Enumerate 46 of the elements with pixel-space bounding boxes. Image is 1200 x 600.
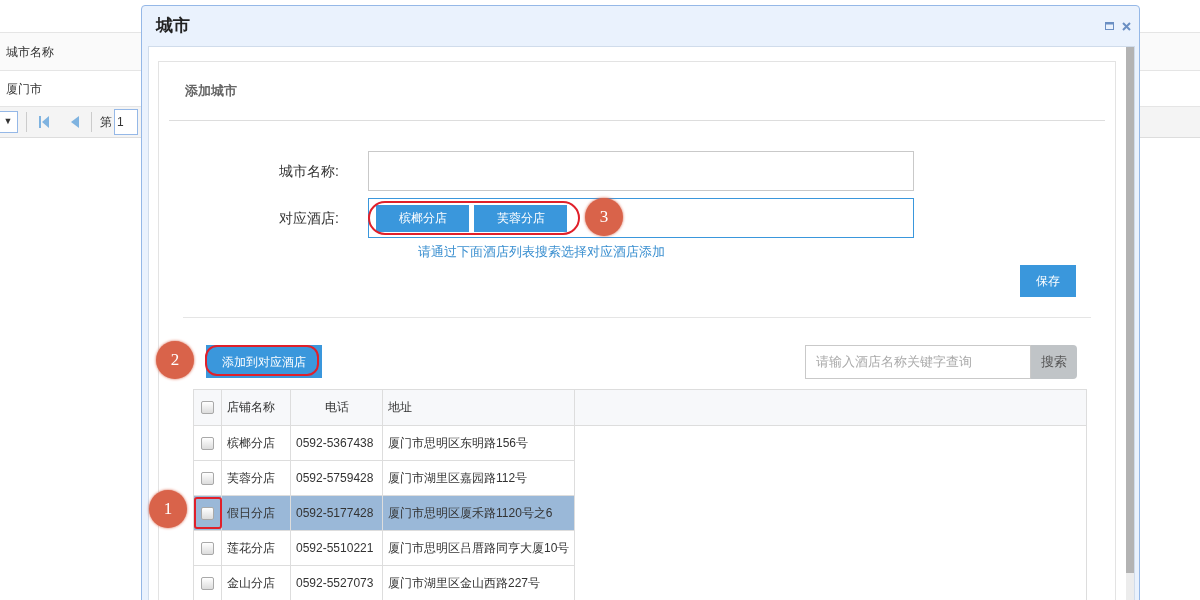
table-cell: 厦门市湖里区金山西路227号: [382, 565, 575, 600]
table-cell: 厦门市湖里区嘉园路112号: [382, 460, 575, 495]
close-icon[interactable]: [1122, 21, 1131, 31]
table-cell: 金山分店: [221, 565, 291, 600]
column-header: 店铺名称: [227, 400, 275, 414]
search-field[interactable]: 请输入酒店名称关键字查询: [805, 344, 1031, 379]
text-field[interactable]: [368, 151, 914, 191]
page-label: 第: [100, 114, 112, 131]
highlight-outline: [194, 497, 222, 529]
page-size-dropdown[interactable]: ▼: [0, 111, 18, 133]
maximize-icon[interactable]: [1105, 22, 1114, 30]
checkbox[interactable]: [201, 401, 214, 415]
page-input[interactable]: 1: [114, 109, 138, 135]
hint-text: 请通过下面酒店列表搜索选择对应酒店添加: [418, 244, 665, 259]
table-cell: 厦门市思明区吕厝路同亨大厦10号: [382, 530, 575, 565]
column-header: 电话: [324, 400, 349, 414]
previous-page-icon[interactable]: [71, 116, 79, 128]
hotel-tag[interactable]: 芙蓉分店: [474, 204, 567, 232]
checkbox[interactable]: [201, 436, 214, 450]
table-cell-text: 厦门市: [6, 80, 42, 98]
table-cell: 厦门市思明区东明路156号: [382, 425, 575, 460]
checkbox[interactable]: [201, 506, 214, 520]
table-cell: 0592-5367438: [290, 425, 383, 460]
field-label: 对应酒店:: [278, 208, 339, 228]
scrollbar[interactable]: [1126, 47, 1134, 600]
table-cell: 0592-5527073: [290, 565, 383, 600]
search-button[interactable]: 搜索: [1031, 344, 1077, 379]
field-label: 城市名称:: [278, 161, 339, 181]
table-cell: 0592-5177428: [290, 495, 383, 530]
table-cell: 槟榔分店: [221, 425, 291, 460]
table-cell: 假日分店: [221, 495, 291, 530]
hotel-tag[interactable]: 槟榔分店: [376, 204, 469, 232]
save-button[interactable]: 保存: [1020, 264, 1076, 297]
column-header: 地址: [388, 400, 412, 414]
table-cell: 0592-5510221: [290, 530, 383, 565]
checkbox[interactable]: [201, 471, 214, 485]
checkbox[interactable]: [201, 576, 214, 590]
first-page-icon[interactable]: [39, 116, 49, 128]
dialog-title: 城市: [156, 15, 190, 38]
column-header: 城市名称: [6, 43, 54, 61]
table-cell: 芙蓉分店: [221, 460, 291, 495]
table-cell: 莲花分店: [221, 530, 291, 565]
section-title: 添加城市: [185, 82, 237, 101]
table-cell: 厦门市思明区厦禾路1120号之6: [382, 495, 575, 530]
table-cell: 0592-5759428: [290, 460, 383, 495]
checkbox[interactable]: [201, 541, 214, 555]
